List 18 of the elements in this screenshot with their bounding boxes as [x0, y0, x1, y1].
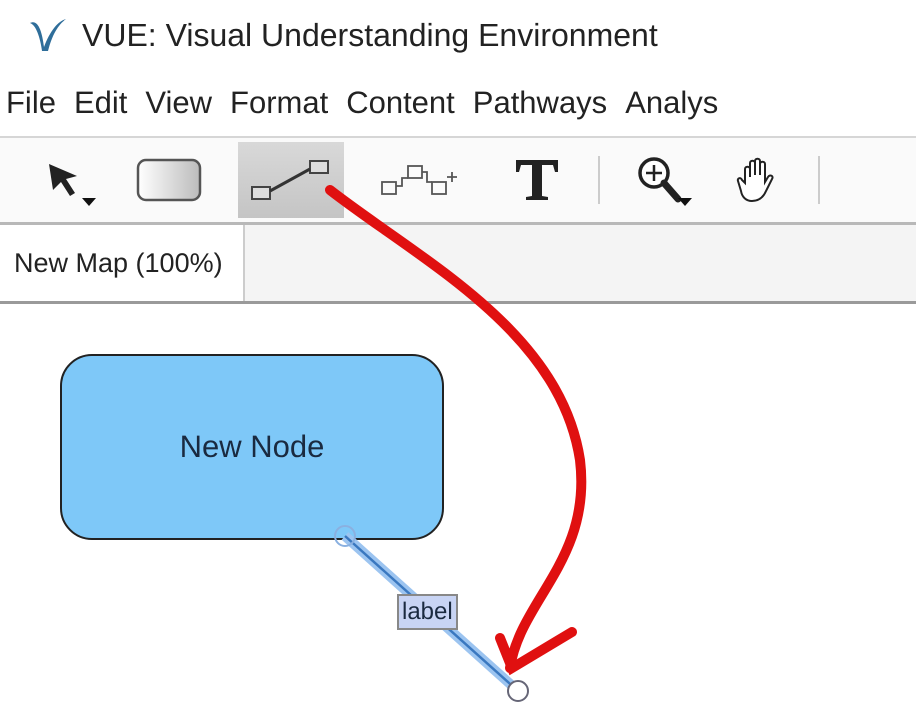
map-node[interactable]: New Node: [60, 354, 444, 540]
rounded-rectangle-icon: [136, 158, 202, 202]
menu-item[interactable]: Pathways: [472, 85, 608, 121]
window-title: VUE: Visual Understanding Environment: [82, 16, 658, 54]
caret-icon: [82, 198, 96, 206]
caret-icon: [678, 198, 692, 206]
menu-item[interactable]: Analys: [625, 85, 718, 121]
menu-item[interactable]: View: [145, 85, 212, 121]
node-label: New Node: [180, 429, 324, 465]
text-tool-icon: [514, 158, 560, 202]
map-tab[interactable]: New Map (100%): [0, 225, 245, 301]
menu-item[interactable]: Content: [346, 85, 455, 121]
app-logo-icon: [28, 17, 68, 53]
menu-item[interactable]: File: [6, 85, 56, 121]
menu-item[interactable]: Edit: [74, 85, 128, 121]
menu-item[interactable]: Format: [230, 85, 328, 121]
link-tool-button[interactable]: [238, 142, 344, 218]
link-label[interactable]: label: [397, 594, 458, 630]
